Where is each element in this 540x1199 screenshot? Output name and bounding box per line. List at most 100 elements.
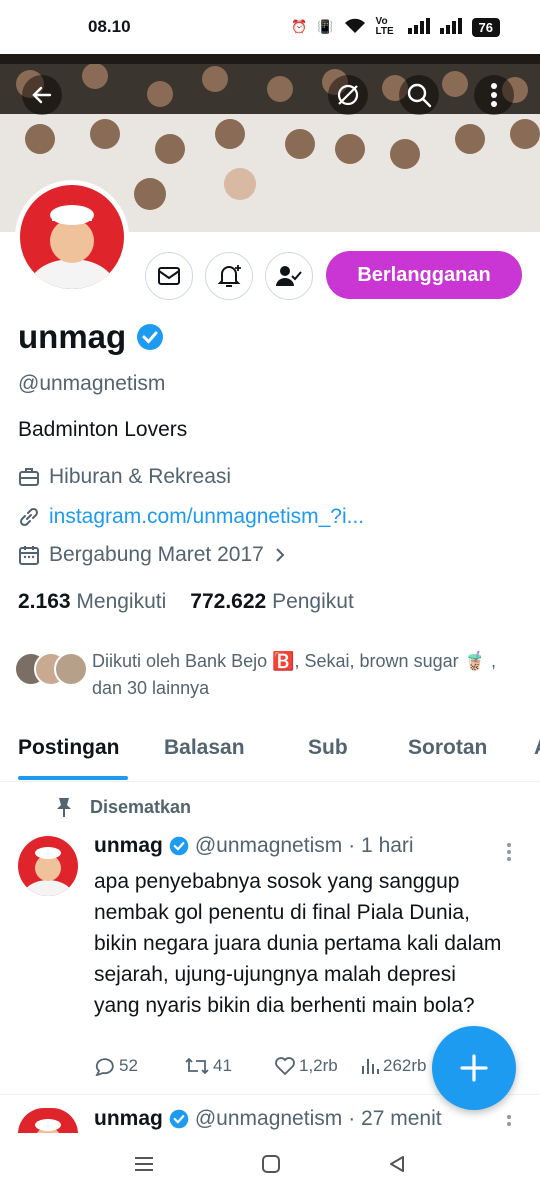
avatar (20, 185, 124, 289)
tweet-avatar-image (18, 836, 78, 896)
tweet-more-button[interactable] (506, 1114, 512, 1132)
bell-plus-icon (217, 265, 241, 287)
tweet-author-handle[interactable]: @unmagnetism (195, 834, 342, 858)
profile-handle: @unmagnetism (18, 372, 166, 395)
tweet-avatar-image (18, 1108, 78, 1134)
following-button[interactable] (265, 252, 313, 300)
tweet-header: unmag @unmagnetism · 1 hari (94, 834, 414, 858)
verified-badge-icon (169, 1109, 189, 1129)
back-triangle-icon (390, 1155, 404, 1172)
views-chart-icon (362, 1059, 379, 1074)
tweet-time[interactable]: · 1 hari (348, 834, 413, 858)
profile-category: Hiburan & Rekreasi (49, 465, 232, 488)
following-label: Mengikuti (76, 590, 167, 613)
back-arrow-icon (32, 86, 52, 104)
more-options-button[interactable] (474, 75, 514, 115)
verified-badge-icon[interactable] (136, 323, 164, 351)
search-button[interactable] (399, 75, 439, 115)
retweet-count: 41 (213, 1056, 232, 1075)
tab-subs[interactable]: Sub (308, 736, 348, 760)
tweet-time[interactable]: · 27 menit (348, 1107, 441, 1131)
calendar-icon (19, 546, 39, 565)
mail-icon (158, 267, 180, 285)
search-icon (407, 83, 432, 108)
like-button[interactable]: 1,2rb (274, 1056, 360, 1076)
back-nav-button[interactable] (387, 1154, 407, 1179)
tab-posts[interactable]: Postingan (18, 736, 120, 760)
retweet-button[interactable]: 41 (184, 1056, 274, 1076)
reply-count: 52 (119, 1056, 138, 1075)
status-icons: ⏰ 📳 Vo LTE 76 (291, 17, 500, 37)
signal-icon (407, 17, 430, 37)
recents-icon (135, 1156, 153, 1171)
retweet-icon (185, 1057, 209, 1075)
profile-name-row: unmag (18, 318, 164, 356)
pinned-label-row: Disematkan (56, 796, 191, 818)
back-button[interactable] (22, 75, 62, 115)
verified-badge-icon (169, 836, 189, 856)
more-vertical-icon (507, 1115, 511, 1126)
notification-button[interactable] (205, 252, 253, 300)
profile-joined: Bergabung Maret 2017 (49, 543, 264, 566)
follower-avatar (54, 652, 88, 686)
tweet-more-button[interactable] (506, 842, 512, 862)
link-icon (19, 507, 39, 527)
followed-by-text: Diikuti oleh Bank Bejo 🅱️, Sekai, brown … (92, 651, 497, 698)
avatar-image (20, 185, 124, 289)
profile-avatar[interactable] (15, 180, 129, 294)
message-button[interactable] (145, 252, 193, 300)
active-tab-indicator (18, 776, 128, 780)
views-count: 262rb (383, 1056, 427, 1075)
like-count: 1,2rb (299, 1056, 338, 1075)
category-row: Hiburan & Rekreasi (18, 465, 231, 489)
network-label: Vo LTE (375, 16, 394, 37)
profile-bio: Badminton Lovers (18, 418, 188, 441)
tweet-actions: 52 41 1,2rb 262rb (94, 1056, 426, 1076)
tweet-avatar[interactable] (18, 836, 78, 896)
briefcase-icon (19, 468, 39, 486)
joined-row[interactable]: Bergabung Maret 2017 (18, 543, 287, 567)
battery-indicator: 76 (471, 17, 500, 37)
following-stat[interactable]: 2.163 Mengikuti (18, 590, 166, 614)
tweet-header: unmag @unmagnetism · 27 menit (94, 1107, 442, 1131)
home-icon (262, 1154, 280, 1173)
pinned-label: Disematkan (90, 796, 192, 817)
follower-avatars (14, 648, 90, 688)
tweet-avatar[interactable] (18, 1108, 78, 1134)
following-count: 2.163 (18, 590, 71, 613)
tweet-author-name[interactable]: unmag (94, 834, 163, 858)
grok-button[interactable] (328, 75, 368, 115)
heart-icon (275, 1057, 295, 1076)
chevron-right-icon (276, 548, 285, 562)
followers-label: Pengikut (272, 590, 354, 613)
follow-stats: 2.163 Mengikuti 772.622 Pengikut (18, 590, 354, 614)
profile-link[interactable]: instagram.com/unmagnetism_?i... (49, 505, 364, 529)
link-row[interactable]: instagram.com/unmagnetism_?i... (18, 505, 364, 529)
subscribe-button[interactable]: Berlangganan (326, 251, 522, 299)
compose-button[interactable] (432, 1026, 516, 1110)
alarm-icon: ⏰ (291, 19, 308, 34)
tab-more[interactable]: A (534, 736, 540, 760)
pin-icon (57, 798, 71, 817)
vibrate-icon: 📳 (317, 19, 334, 34)
plus-icon (460, 1054, 488, 1082)
tab-highlights[interactable]: Sorotan (408, 736, 487, 760)
tweet-text[interactable]: apa penyebabnya sosok yang sanggup nemba… (94, 866, 504, 1021)
tab-replies[interactable]: Balasan (164, 736, 245, 760)
more-vertical-icon (491, 83, 497, 107)
tweet-author-name[interactable]: unmag (94, 1107, 163, 1131)
home-button[interactable] (261, 1154, 281, 1179)
followed-by[interactable]: Diikuti oleh Bank Bejo 🅱️, Sekai, brown … (14, 648, 524, 702)
user-check-icon (276, 266, 302, 286)
followers-count: 772.622 (190, 590, 267, 613)
recents-button[interactable] (133, 1155, 155, 1178)
followers-stat[interactable]: 772.622 Pengikut (190, 590, 354, 614)
tweet-author-handle[interactable]: @unmagnetism (195, 1107, 342, 1131)
more-vertical-icon (507, 843, 511, 861)
views-button[interactable]: 262rb (360, 1056, 426, 1076)
grok-icon (337, 84, 359, 106)
system-nav-bar (0, 1133, 540, 1199)
reply-button[interactable]: 52 (94, 1056, 184, 1076)
profile-tabs: Postingan Balasan Sub Sorotan A (0, 722, 540, 782)
status-time: 08.10 (88, 17, 131, 36)
